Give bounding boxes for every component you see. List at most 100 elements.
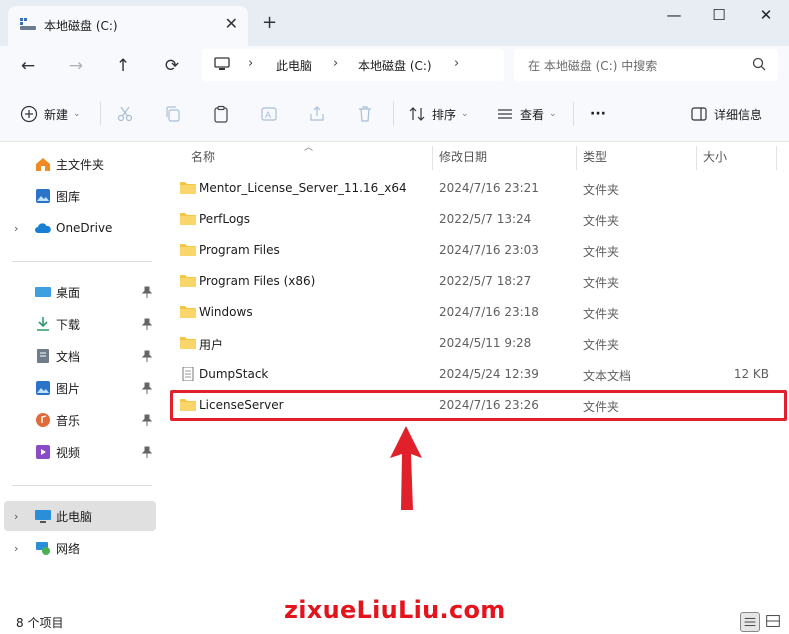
highlight-box bbox=[170, 390, 787, 421]
chevron-right-icon[interactable]: › bbox=[14, 510, 18, 523]
chevron-right-icon: › bbox=[248, 56, 254, 71]
sidebar-item-gallery[interactable]: 图库 bbox=[4, 181, 156, 211]
download-icon bbox=[37, 317, 49, 331]
pin-icon[interactable] bbox=[142, 286, 152, 298]
pin-icon[interactable] bbox=[142, 318, 152, 330]
sidebar-item-videos[interactable]: 视频 bbox=[4, 437, 156, 467]
close-window-button[interactable]: ✕ bbox=[756, 6, 776, 26]
folder-icon bbox=[180, 306, 196, 318]
details-button[interactable]: 详细信息 bbox=[690, 86, 762, 142]
sidebar-item-label: 此电脑 bbox=[56, 509, 93, 524]
sidebar-item-downloads[interactable]: 下载 bbox=[4, 309, 156, 339]
breadcrumb-local-disk[interactable]: 本地磁盘 (C:) bbox=[358, 57, 432, 74]
maximize-button[interactable]: ☐ bbox=[709, 6, 729, 26]
file-name: 用户 bbox=[199, 338, 224, 352]
tab-title: 本地磁盘 (C:) bbox=[44, 19, 118, 33]
details-view-button[interactable] bbox=[740, 612, 760, 632]
view-button[interactable]: 查看 ⌄ bbox=[496, 86, 557, 142]
file-name: PerfLogs bbox=[199, 212, 251, 226]
pin-icon[interactable] bbox=[142, 350, 152, 362]
sidebar-item-pictures[interactable]: 图片 bbox=[4, 373, 156, 403]
chevron-right-icon[interactable]: › bbox=[14, 222, 18, 235]
sort-ascending-icon: ︿ bbox=[304, 143, 314, 153]
chevron-down-icon: ⌄ bbox=[73, 109, 81, 119]
network-icon bbox=[36, 542, 50, 555]
sidebar-item-network[interactable]: › 网络 bbox=[4, 533, 156, 563]
sidebar-item-home[interactable]: 主文件夹 bbox=[4, 149, 156, 179]
divider bbox=[12, 485, 152, 486]
file-size: 12 KB bbox=[733, 367, 769, 381]
refresh-button[interactable]: ⟳ bbox=[160, 54, 184, 78]
pin-icon[interactable] bbox=[142, 414, 152, 426]
desktop-icon bbox=[35, 287, 51, 297]
copy-button[interactable] bbox=[164, 86, 182, 142]
pc-icon bbox=[35, 510, 51, 523]
search-input[interactable]: 在 本地磁盘 (C:) 中搜索 bbox=[514, 49, 778, 81]
share-button[interactable] bbox=[308, 86, 326, 142]
close-tab-icon[interactable]: ✕ bbox=[225, 14, 238, 33]
pin-icon[interactable] bbox=[142, 446, 152, 458]
file-name: Mentor_License_Server_11.16_x64 bbox=[199, 181, 407, 195]
sidebar-item-label: 主文件夹 bbox=[56, 157, 105, 172]
cut-button[interactable] bbox=[116, 86, 134, 142]
column-divider[interactable] bbox=[576, 146, 577, 170]
chevron-right-icon: › bbox=[333, 56, 339, 71]
sidebar-item-onedrive[interactable]: › OneDrive bbox=[4, 213, 156, 243]
trash-icon bbox=[359, 106, 371, 122]
column-header-name[interactable]: 名称 bbox=[191, 148, 215, 165]
document-icon bbox=[37, 349, 49, 363]
chevron-right-icon[interactable]: › bbox=[14, 542, 18, 555]
sidebar-item-label: 音乐 bbox=[56, 413, 81, 428]
column-header-date[interactable]: 修改日期 bbox=[439, 148, 487, 165]
drive-icon bbox=[20, 18, 36, 30]
sort-button[interactable]: 排序 ⌄ bbox=[408, 86, 469, 142]
pin-icon[interactable] bbox=[142, 382, 152, 394]
file-row[interactable]: Windows 2024/7/16 23:18 文件夹 bbox=[174, 298, 786, 328]
file-row[interactable]: 用户 2024/5/11 9:28 文件夹 bbox=[174, 329, 786, 359]
navigation-pane: 主文件夹 图库 › OneDrive 桌面 下载 文档 图片 音乐 视频 › 此… bbox=[0, 142, 166, 608]
file-row[interactable]: PerfLogs 2022/5/7 13:24 文件夹 bbox=[174, 205, 786, 235]
breadcrumb-this-pc[interactable]: 此电脑 bbox=[276, 57, 312, 74]
chevron-down-icon: ⌄ bbox=[461, 109, 469, 119]
file-row[interactable]: Mentor_License_Server_11.16_x64 2024/7/16… bbox=[174, 174, 786, 204]
tiles-view-icon bbox=[766, 615, 780, 627]
file-row[interactable]: DumpStack 2024/5/24 12:39 文本文档 12 KB bbox=[174, 360, 786, 390]
column-header-type[interactable]: 类型 bbox=[583, 148, 607, 165]
file-date: 2024/7/16 23:18 bbox=[439, 305, 539, 319]
folder-icon bbox=[180, 213, 196, 225]
sidebar-item-label: 网络 bbox=[56, 541, 81, 556]
column-divider[interactable] bbox=[696, 146, 697, 170]
minimize-button[interactable]: — bbox=[664, 6, 684, 26]
sidebar-item-music[interactable]: 音乐 bbox=[4, 405, 156, 435]
column-divider[interactable] bbox=[432, 146, 433, 170]
svg-text:A: A bbox=[265, 111, 272, 121]
more-button[interactable]: ··· bbox=[590, 86, 606, 142]
chevron-right-icon[interactable]: › bbox=[454, 56, 459, 71]
sidebar-item-documents[interactable]: 文档 bbox=[4, 341, 156, 371]
folder-icon bbox=[180, 275, 196, 287]
file-date: 2024/7/16 23:21 bbox=[439, 181, 539, 195]
forward-button[interactable]: → bbox=[64, 54, 88, 78]
sidebar-item-this-pc[interactable]: › 此电脑 bbox=[4, 501, 156, 531]
address-bar[interactable]: › 此电脑 › 本地磁盘 (C:) › bbox=[202, 49, 504, 81]
column-header-size[interactable]: 大小 bbox=[703, 148, 727, 165]
back-button[interactable]: ← bbox=[16, 54, 40, 78]
file-type: 文本文档 bbox=[583, 369, 632, 383]
new-tab-button[interactable]: + bbox=[262, 12, 277, 33]
new-button[interactable]: 新建 ⌄ bbox=[20, 86, 81, 142]
paste-button[interactable] bbox=[212, 86, 230, 142]
file-row[interactable]: Program Files (x86) 2022/5/7 18:27 文件夹 bbox=[174, 267, 786, 297]
sidebar-item-desktop[interactable]: 桌面 bbox=[4, 277, 156, 307]
column-divider[interactable] bbox=[776, 146, 777, 170]
file-row[interactable]: Program Files 2024/7/16 23:03 文件夹 bbox=[174, 236, 786, 266]
delete-button[interactable] bbox=[356, 86, 374, 142]
file-date: 2022/5/7 13:24 bbox=[439, 212, 532, 226]
tab-local-disk[interactable]: 本地磁盘 (C:) ✕ bbox=[8, 6, 248, 46]
view-icon bbox=[498, 109, 512, 119]
tiles-view-button[interactable] bbox=[764, 612, 784, 632]
sidebar-item-label: 视频 bbox=[56, 445, 81, 460]
address-row: ← → ↑ ⟳ › 此电脑 › 本地磁盘 (C:) › 在 本地磁盘 (C:) … bbox=[0, 46, 789, 86]
up-button[interactable]: ↑ bbox=[111, 54, 135, 78]
file-date: 2022/5/7 18:27 bbox=[439, 274, 532, 288]
rename-button[interactable]: A bbox=[260, 86, 278, 142]
